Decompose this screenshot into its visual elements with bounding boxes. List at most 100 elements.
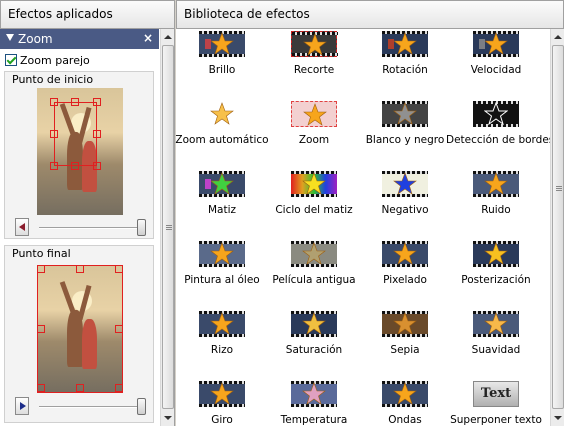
effect-item[interactable]: Ruido xyxy=(450,169,542,237)
effect-label: Giro xyxy=(211,414,233,426)
effect-item[interactable]: Giro xyxy=(176,379,268,426)
effect-label: Suavidad xyxy=(471,344,521,356)
resize-handle[interactable] xyxy=(115,384,122,392)
effects-library-scrollbar[interactable] xyxy=(550,29,564,426)
star-zoom-icon xyxy=(291,101,337,127)
resize-handle[interactable] xyxy=(38,266,45,273)
effect-label: Rotación xyxy=(382,64,428,76)
effect-label: Zoom automático xyxy=(175,134,269,146)
resize-handle[interactable] xyxy=(115,325,122,333)
end-point-preview[interactable] xyxy=(37,265,123,393)
effect-item[interactable]: Rotación xyxy=(359,29,451,97)
applied-effects-panel: Zoom × Zoom parejo Punto de inicio Punto… xyxy=(0,29,175,426)
scroll-up-arrow-icon[interactable] xyxy=(161,30,175,44)
zoom-effect-bar[interactable]: Zoom × xyxy=(0,29,159,49)
resize-handle[interactable] xyxy=(71,98,79,106)
star-crop-icon xyxy=(291,31,338,57)
effect-item[interactable]: Zoom xyxy=(268,99,360,167)
zoom-effect-title: Zoom xyxy=(18,32,53,46)
star-bright-icon xyxy=(199,31,245,57)
effect-item[interactable]: Velocidad xyxy=(450,29,542,97)
effect-item[interactable]: Sepia xyxy=(359,309,451,377)
effect-label: Zoom xyxy=(298,134,330,146)
end-point-label: Punto final xyxy=(12,247,71,260)
resize-handle[interactable] xyxy=(76,384,84,392)
star-autozoom-icon xyxy=(199,101,245,127)
star-rotate-icon xyxy=(382,31,428,57)
slider-knob[interactable] xyxy=(137,219,146,236)
applied-effects-scrollbar[interactable] xyxy=(160,29,174,426)
effect-item[interactable]: Pixelado xyxy=(359,239,451,307)
scroll-up-arrow-icon[interactable] xyxy=(551,30,564,44)
applied-effects-header: Efectos aplicados xyxy=(0,0,175,29)
effect-item[interactable]: Saturación xyxy=(268,309,360,377)
effect-item[interactable]: Negativo xyxy=(359,169,451,237)
star-sepia-icon xyxy=(382,311,428,337)
star-old-film-icon xyxy=(291,241,337,267)
effect-label: Película antigua xyxy=(272,274,356,286)
resize-handle[interactable] xyxy=(71,162,79,170)
start-point-slider[interactable] xyxy=(15,218,150,238)
resize-handle[interactable] xyxy=(50,162,58,170)
effect-label: Pintura al óleo xyxy=(184,274,260,286)
slider-track[interactable] xyxy=(39,406,143,408)
collapse-triangle-icon[interactable] xyxy=(6,34,14,41)
text-overlay-icon: Text xyxy=(473,381,519,407)
start-point-preview[interactable] xyxy=(37,88,123,215)
resize-handle[interactable] xyxy=(93,130,101,138)
star-twirl-icon xyxy=(199,381,245,407)
resize-handle[interactable] xyxy=(50,98,58,106)
end-point-slider[interactable] xyxy=(15,397,150,417)
effect-item[interactable]: Matiz xyxy=(176,169,268,237)
star-saturation-icon xyxy=(291,311,337,337)
effect-label: Ciclo del matiz xyxy=(275,204,353,216)
effect-label: Sepia xyxy=(390,344,420,356)
effect-label: Velocidad xyxy=(470,64,522,76)
resize-handle[interactable] xyxy=(115,266,122,273)
slider-knob[interactable] xyxy=(137,398,146,415)
start-zoom-selection[interactable] xyxy=(54,102,97,166)
effect-item[interactable]: Detección de bordes xyxy=(446,99,554,167)
effect-item[interactable]: Rizo xyxy=(176,309,268,377)
star-noise-icon xyxy=(473,171,519,197)
scrollbar-thumb[interactable] xyxy=(552,45,564,409)
star-edges-icon xyxy=(473,101,519,127)
effect-label: Superponer texto xyxy=(450,414,542,426)
star-waves-icon xyxy=(382,381,428,407)
start-point-section: Punto de inicio xyxy=(4,71,154,239)
effect-label: Saturación xyxy=(285,344,343,356)
effect-label: Posterización xyxy=(461,274,531,286)
effect-item[interactable]: Suavidad xyxy=(450,309,542,377)
effect-item[interactable]: Ciclo del matiz xyxy=(268,169,360,237)
smooth-zoom-checkbox[interactable] xyxy=(5,54,17,66)
resize-handle[interactable] xyxy=(50,130,58,138)
effect-item[interactable]: Posterización xyxy=(450,239,542,307)
smooth-zoom-row[interactable]: Zoom parejo xyxy=(5,53,90,67)
effect-item[interactable]: Recorte xyxy=(268,29,360,97)
effect-item[interactable]: Blanco y negro xyxy=(359,99,451,167)
effect-item[interactable]: Text Superponer texto xyxy=(450,379,542,426)
scroll-down-arrow-icon[interactable] xyxy=(551,411,564,425)
star-hue-icon xyxy=(199,171,245,197)
resize-handle[interactable] xyxy=(93,162,101,170)
effect-item[interactable]: Temperatura xyxy=(268,379,360,426)
resize-handle[interactable] xyxy=(38,325,45,333)
slider-track[interactable] xyxy=(39,227,143,229)
effect-label: Temperatura xyxy=(280,414,348,426)
resize-handle[interactable] xyxy=(38,384,45,392)
effect-label: Recorte xyxy=(293,64,335,76)
next-frame-button[interactable] xyxy=(15,397,29,415)
effect-item[interactable]: Película antigua xyxy=(268,239,360,307)
effect-item[interactable]: Pintura al óleo xyxy=(176,239,268,307)
close-icon[interactable]: × xyxy=(143,31,153,45)
resize-handle[interactable] xyxy=(93,98,101,106)
star-posterize-icon xyxy=(473,241,519,267)
effect-item[interactable]: Zoom automático xyxy=(175,99,269,167)
previous-frame-button[interactable] xyxy=(15,218,29,236)
star-pixelate-icon xyxy=(382,241,428,267)
star-temperature-icon xyxy=(291,381,337,407)
effect-item[interactable]: Brillo xyxy=(176,29,268,97)
effect-item[interactable]: Ondas xyxy=(359,379,451,426)
text-overlay-icon-label: Text xyxy=(473,381,519,407)
resize-handle[interactable] xyxy=(76,266,84,273)
